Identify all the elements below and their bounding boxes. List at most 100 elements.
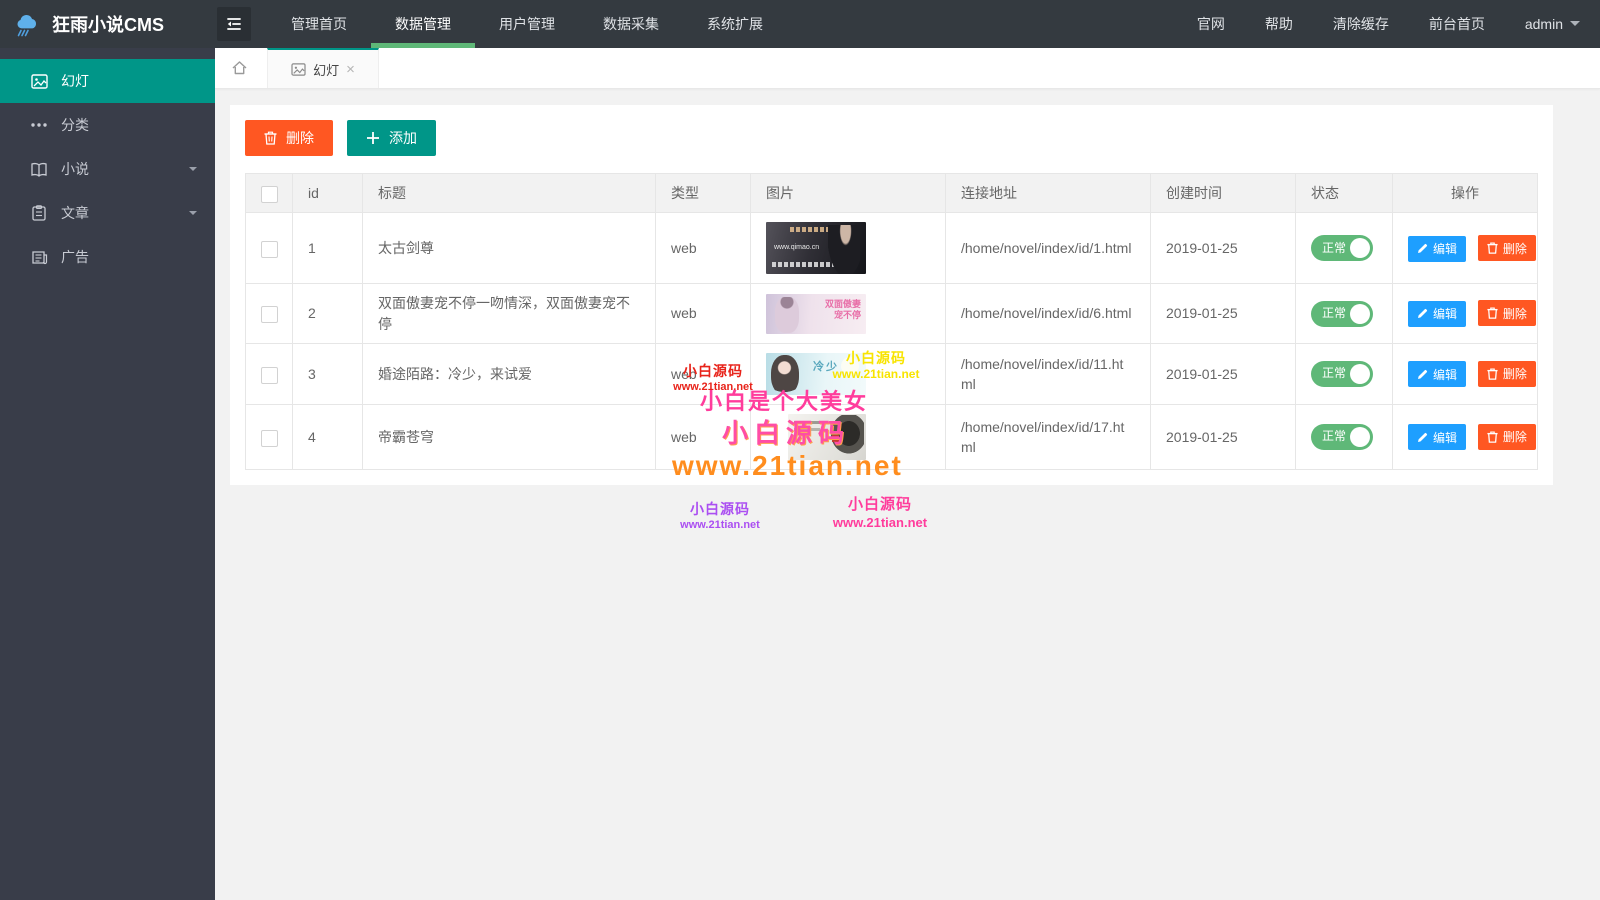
toggle-knob (1350, 303, 1370, 324)
cell-type: web (655, 342, 751, 405)
nav-item-clear-cache[interactable]: 清除缓存 (1313, 0, 1409, 48)
pencil-icon (1417, 432, 1428, 443)
cell-id: 3 (292, 342, 363, 405)
edit-button[interactable]: 编辑 (1408, 235, 1467, 262)
tab-label: 幻灯 (313, 62, 340, 78)
bulk-delete-button[interactable]: 删除 (245, 120, 333, 156)
cell-title: 双面傲妻宠不停一吻情深，双面傲妻宠不停 (362, 283, 656, 344)
cell-created: 2019-01-25 (1150, 283, 1296, 344)
cell-link: /home/novel/index/id/6.html (945, 283, 1151, 344)
edit-button[interactable]: 编辑 (1408, 300, 1467, 327)
user-dropdown[interactable]: admin (1505, 0, 1600, 48)
nav-item-data-manage[interactable]: 数据管理 (371, 0, 475, 48)
nav-item-data-collect[interactable]: 数据采集 (579, 0, 683, 48)
cell-created: 2019-01-25 (1150, 342, 1296, 405)
slide-thumbnail: 冷少 (766, 352, 866, 395)
sidebar-item-label: 幻灯 (61, 73, 89, 89)
column-header-title: 标题 (362, 172, 656, 214)
edit-button[interactable]: 编辑 (1408, 424, 1467, 451)
picture-icon (291, 62, 306, 76)
slides-card: 删除 添加 id 标题 类型 图片 连接地址 创建时间 状态 操作 1 太古剑尊… (230, 105, 1553, 485)
home-tab-button[interactable] (215, 48, 263, 88)
sidebar-item-categories[interactable]: 分类 (0, 103, 215, 147)
sidebar-item-novels[interactable]: 小说 (0, 147, 215, 191)
active-nav-underline (371, 43, 475, 48)
column-header-link: 连接地址 (945, 172, 1151, 214)
cell-type: web (655, 403, 751, 470)
column-header-ops: 操作 (1392, 172, 1538, 214)
table-row: 4 帝霸苍穹 web /home/novel/index/id/17.html … (245, 403, 1538, 470)
sidebar: 幻灯 分类 小说 文章 广告 (0, 48, 215, 900)
nav-item-official-site[interactable]: 官网 (1177, 0, 1245, 48)
tab-bar: 幻灯 × (215, 48, 1600, 89)
pencil-icon (1417, 243, 1428, 254)
nav-item-user-manage[interactable]: 用户管理 (475, 0, 579, 48)
column-header-created: 创建时间 (1150, 172, 1296, 214)
chevron-down-icon (189, 211, 197, 219)
column-header-type: 类型 (655, 172, 751, 214)
plus-icon (366, 131, 380, 145)
sidebar-item-articles[interactable]: 文章 (0, 191, 215, 235)
sidebar-item-label: 广告 (61, 249, 89, 265)
delete-button[interactable]: 删除 (1477, 235, 1536, 262)
toggle-knob (1350, 426, 1370, 447)
cell-title: 太古剑尊 (362, 212, 656, 285)
delete-button[interactable]: 删除 (1477, 300, 1536, 327)
app-title: 狂雨小说CMS (52, 15, 164, 35)
trash-icon (1487, 242, 1498, 254)
toolbar: 删除 添加 (245, 120, 1538, 156)
row-checkbox[interactable] (260, 306, 278, 324)
row-checkbox[interactable] (260, 366, 278, 384)
slide-thumbnail: www.qimao.cn (766, 222, 866, 275)
slide-thumbnail (788, 413, 866, 460)
table-row: 2 双面傲妻宠不停一吻情深，双面傲妻宠不停 web 双面傲妻 宠不停 /home/… (245, 283, 1538, 344)
slide-thumbnail: 双面傲妻 宠不停 (766, 293, 866, 334)
tab-slides[interactable]: 幻灯 × (267, 48, 379, 88)
sidebar-item-ads[interactable]: 广告 (0, 235, 215, 279)
toggle-knob (1350, 363, 1370, 384)
status-toggle[interactable]: 正常 (1311, 423, 1373, 450)
cell-id: 2 (292, 283, 363, 344)
picture-icon (30, 73, 48, 89)
delete-button[interactable]: 删除 (1477, 360, 1536, 387)
sidebar-item-label: 小说 (61, 161, 89, 177)
row-checkbox[interactable] (260, 429, 278, 447)
select-all-checkbox[interactable] (260, 185, 278, 203)
cell-link: /home/novel/index/id/1.html (945, 212, 1151, 285)
status-toggle[interactable]: 正常 (1311, 360, 1373, 387)
sidebar-item-label: 文章 (61, 205, 89, 221)
status-toggle[interactable]: 正常 (1311, 300, 1373, 327)
cell-title: 婚途陌路：冷少，来试爱 (362, 342, 656, 405)
column-header-image: 图片 (750, 172, 946, 214)
cell-created: 2019-01-25 (1150, 403, 1296, 470)
ellipsis-icon (30, 122, 48, 128)
row-checkbox[interactable] (260, 240, 278, 258)
delete-button[interactable]: 删除 (1477, 423, 1536, 450)
cell-type: web (655, 283, 751, 344)
close-tab-icon[interactable]: × (346, 62, 355, 77)
table-row: 1 太古剑尊 web www.qimao.cn /home/novel/inde… (245, 212, 1538, 285)
home-icon (231, 60, 248, 76)
shrink-menu-icon (225, 15, 243, 33)
main-content: 删除 添加 id 标题 类型 图片 连接地址 创建时间 状态 操作 1 太古剑尊… (215, 89, 1600, 900)
toggle-knob (1350, 238, 1370, 259)
sidebar-item-slides[interactable]: 幻灯 (0, 59, 215, 103)
newspaper-icon (30, 250, 48, 265)
nav-item-front-home[interactable]: 前台首页 (1409, 0, 1505, 48)
collapse-sidebar-button[interactable] (217, 7, 251, 41)
column-header-status: 状态 (1295, 172, 1393, 214)
book-icon (30, 162, 48, 177)
add-slide-button[interactable]: 添加 (347, 120, 436, 156)
nav-item-admin-home[interactable]: 管理首页 (267, 0, 371, 48)
pencil-icon (1417, 369, 1428, 380)
edit-button[interactable]: 编辑 (1408, 361, 1467, 388)
cell-created: 2019-01-25 (1150, 212, 1296, 285)
app-logo: 狂雨小说CMS (0, 9, 215, 39)
cell-link: /home/novel/index/id/17.html (945, 403, 1151, 470)
table-header-row: id 标题 类型 图片 连接地址 创建时间 状态 操作 (245, 172, 1538, 214)
nav-item-help[interactable]: 帮助 (1245, 0, 1313, 48)
status-toggle[interactable]: 正常 (1311, 235, 1373, 262)
trash-icon (264, 131, 277, 145)
cell-link: /home/novel/index/id/11.html (945, 342, 1151, 405)
nav-item-system-extend[interactable]: 系统扩展 (683, 0, 787, 48)
